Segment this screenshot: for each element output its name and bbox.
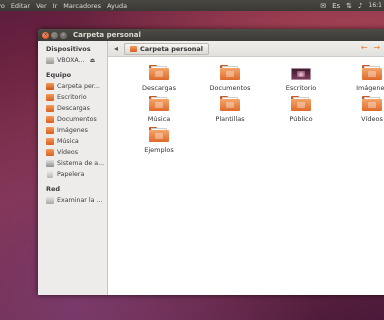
folder-item-ejemplos[interactable]: Ejemplos [124,127,194,154]
sidebar-header-network: Red [46,185,61,193]
videos-folder-icon [362,96,382,111]
breadcrumb[interactable]: Carpeta personal [124,42,210,55]
sidebar-item-filesystem[interactable]: Sistema de a... [38,158,107,169]
sidebar-header-computer: Equipo [46,71,72,79]
sidebar-item-label: Sistema de a... [57,160,105,167]
eject-icon[interactable]: ⏏ [90,57,96,64]
keyboard-layout-indicator[interactable]: Es [332,2,340,10]
pictures-folder-icon [362,65,382,80]
sidebar-item-home[interactable]: Carpeta per... [38,81,107,92]
network-icon[interactable]: ⇅ [346,2,352,10]
home-folder-icon [46,83,54,90]
file-label: Escritorio [285,84,317,92]
file-manager-window: × – □ Carpeta personal Dispositivos VBOX… [38,29,384,295]
minimize-button[interactable]: – [51,31,58,39]
minimize-icon: – [53,31,56,38]
file-label: Vídeos [361,115,383,123]
sidebar-item-documentos[interactable]: Documentos [38,114,107,125]
folder-icon [46,105,54,112]
folder-icon [46,127,54,134]
file-label: Imágenes [356,84,384,92]
sidebar-item-label: Escritorio [57,94,87,101]
network-icon [46,197,54,204]
folder-item-escritorio[interactable]: Escritorio [266,65,336,92]
window-title: Carpeta personal [73,31,141,39]
sidebar-item-videos[interactable]: Vídeos [38,147,107,158]
top-menu-bar: vo Editar Ver Ir Marcadores Ayuda ✉ Es ⇅… [0,0,384,11]
music-folder-icon [149,96,169,111]
system-tray: ✉ Es ⇅ ♪ 16:1 [320,0,384,11]
public-folder-icon [291,96,311,111]
file-label: Descargas [141,84,176,92]
sidebar-header-devices: Dispositivos [46,45,91,53]
sidebar-item-label: Documentos [57,116,97,123]
chevron-left-icon[interactable]: ◂ [114,44,118,53]
sidebar-item-label: Música [57,138,79,145]
folder-item-publico[interactable]: Público [266,96,336,123]
sidebar-item-escritorio[interactable]: Escritorio [38,92,107,103]
sidebar-item-label: Papelera [57,171,85,178]
navigation-buttons: ← → ⚲ [361,43,384,52]
menu-item-marcadores[interactable]: Marcadores [63,2,101,10]
maximize-button[interactable]: □ [60,31,67,39]
folder-item-descargas[interactable]: Descargas [124,65,194,92]
sidebar-item-label: Examinar la ... [57,197,103,204]
file-label: Público [289,115,313,123]
clock[interactable]: 16:1 [369,2,382,9]
folder-item-imagenes[interactable]: Imágenes [337,65,384,92]
sidebar-item-label: VBOXA... [57,57,85,64]
sidebar-item-label: Carpeta per... [57,83,100,90]
maximize-icon: □ [61,31,66,38]
location-toolbar: ◂ Carpeta personal ← → ⚲ [108,41,384,57]
menu-item-ir[interactable]: Ir [53,2,58,10]
disk-icon [46,160,54,167]
sidebar-item-trash[interactable]: Papelera [38,169,107,180]
menu-item-archivo[interactable]: vo [0,2,5,10]
folder-icon [46,138,54,145]
file-grid: Descargas Documentos Escritorio Imágenes… [108,58,384,154]
sidebar-item-browse-network[interactable]: Examinar la ... [38,195,107,206]
folder-item-documentos[interactable]: Documentos [195,65,265,92]
file-label: Música [147,115,171,123]
close-button[interactable]: × [42,31,49,39]
back-arrow-icon[interactable]: ← [361,43,368,52]
menu-item-ayuda[interactable]: Ayuda [107,2,127,10]
menu-item-ver[interactable]: Ver [36,2,47,10]
speaker-icon[interactable]: ♪ [358,2,362,10]
close-icon: × [43,31,48,38]
menu-item-editar[interactable]: Editar [11,2,30,10]
file-label: Plantillas [215,115,245,123]
file-label: Documentos [209,84,251,92]
drive-icon [46,57,54,64]
sidebar-item-label: Imágenes [57,127,88,134]
sidebar: Dispositivos VBOXA... ⏏ Equipo Carpeta p… [38,41,108,295]
sidebar-item-musica[interactable]: Música [38,136,107,147]
main-content: ◂ Carpeta personal ← → ⚲ Descargas [108,41,384,295]
trash-icon [47,171,53,178]
home-folder-icon [130,45,138,52]
window-titlebar[interactable]: × – □ Carpeta personal [38,29,384,41]
download-folder-icon [149,65,169,80]
breadcrumb-label: Carpeta personal [140,44,204,53]
envelope-icon[interactable]: ✉ [320,2,326,10]
folder-item-plantillas[interactable]: Plantillas [195,96,265,123]
examples-folder-icon [149,127,169,142]
folder-icon [46,116,54,123]
desktop-folder-icon [291,65,311,80]
templates-folder-icon [220,96,240,111]
sidebar-item-label: Descargas [57,105,90,112]
sidebar-item-imagenes[interactable]: Imágenes [38,125,107,136]
file-label: Ejemplos [144,146,174,154]
documents-folder-icon [220,65,240,80]
folder-item-videos[interactable]: Vídeos [337,96,384,123]
sidebar-item-descargas[interactable]: Descargas [38,103,107,114]
sidebar-item-label: Vídeos [57,149,79,156]
folder-icon [46,94,54,101]
forward-arrow-icon[interactable]: → [373,43,380,52]
sidebar-item-vbox[interactable]: VBOXA... ⏏ [38,55,107,66]
folder-icon [46,149,54,156]
folder-item-musica[interactable]: Música [124,96,194,123]
